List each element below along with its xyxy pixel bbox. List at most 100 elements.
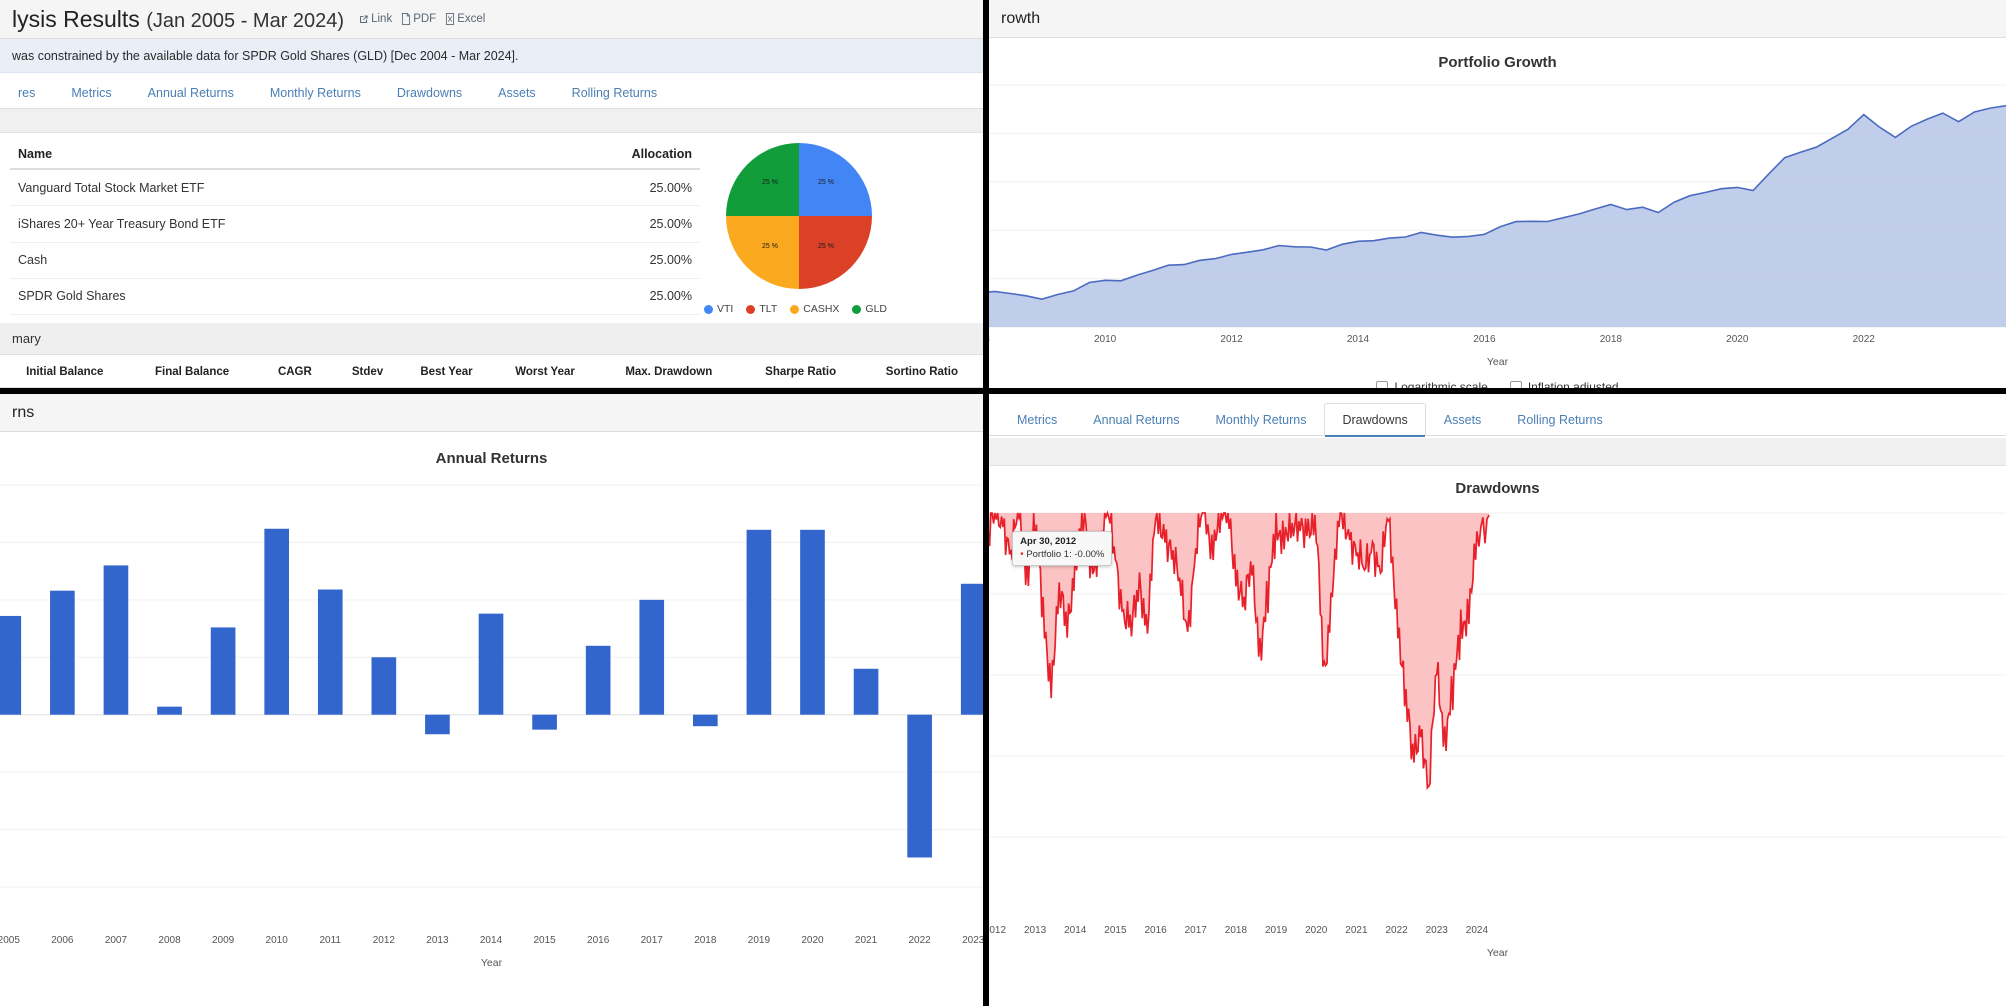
legend-item-vti[interactable]: VTI [704,303,733,315]
inflation-adjusted-checkbox[interactable] [1509,381,1522,388]
asset-allocation: 25.00% [524,169,700,207]
page-title-main: lysis Results [12,5,140,32]
bar[interactable] [50,590,75,715]
x-tick-label: 2009 [211,935,235,946]
link-export-button[interactable]: Link [358,13,392,25]
bar[interactable] [692,714,718,727]
bar[interactable] [585,645,611,715]
allocation-table: Name Allocation Vanguard Total Stock Mar… [10,141,700,316]
bar[interactable] [478,613,504,715]
bar[interactable] [800,529,825,715]
page-title-daterange: (Jan 2005 - Mar 2024) [146,9,345,32]
option-logarithmic-scale[interactable]: Logarithmic scale [1376,380,1488,388]
x-tick-label: 2010 [1093,334,1117,345]
bar[interactable] [157,706,182,715]
panel-portfolio-growth: rowth Portfolio Growth 20062008201020122… [989,0,2006,388]
tab-assets[interactable]: Assets [480,76,554,109]
x-tick-label: 2022 [1852,334,1875,345]
drawdowns-tabbar: Metrics Annual Returns Monthly Returns D… [989,400,2006,437]
x-tick-label: 2023 [1425,925,1448,936]
growth-chart-options: Logarithmic scale Inflation adjusted [989,380,2006,388]
toolbar-strip [0,109,983,133]
annual-returns-panel-header: rns [0,394,983,432]
bar[interactable] [317,589,343,715]
growth-panel-header: rowth [989,0,2006,38]
logarithmic-scale-label: Logarithmic scale [1394,380,1488,388]
metrics-header-row: Initial Balance Final Balance CAGR Stdev… [0,357,983,388]
portfolio-growth-chart[interactable]: 200620082010201220142016201820202022 Yea… [989,79,2006,368]
column-header-initial-balance: Initial Balance [0,357,130,388]
bar[interactable] [103,565,129,715]
tab-assets[interactable]: Assets [1426,403,1500,436]
tab-monthly-returns[interactable]: Monthly Returns [252,76,379,109]
asset-allocation: 25.00% [524,278,700,316]
drawdowns-toolbar-strip [989,438,2006,466]
annual-returns-panel-title: rns [12,403,35,421]
logarithmic-scale-checkbox[interactable] [1376,381,1389,388]
column-header-allocation: Allocation [524,141,700,170]
data-constraint-notice: was constrained by the available data fo… [0,39,983,73]
panel-drawdowns: Metrics Annual Returns Monthly Returns D… [989,394,2006,1006]
legend-item-cashx[interactable]: CASHX [790,303,839,315]
growth-x-axis-label: Year [1486,356,1509,368]
x-tick-label: 2015 [1104,925,1127,936]
x-tick-label: 2020 [1726,334,1749,345]
bar[interactable] [639,599,665,715]
tab-shares[interactable]: res [0,76,53,109]
results-tabbar: res Metrics Annual Returns Monthly Retur… [0,73,983,109]
growth-area-fill [989,105,2006,327]
bar[interactable] [960,583,983,715]
table-row: iShares 20+ Year Treasury Bond ETF 25.00… [10,205,700,243]
bar[interactable] [0,615,22,715]
pdf-export-button[interactable]: PDF [401,13,436,25]
bar[interactable] [853,668,879,715]
asset-allocation: 25.00% [524,205,700,243]
tab-metrics[interactable]: Metrics [999,403,1075,436]
excel-export-label: Excel [457,13,486,25]
column-header-best-year: Best Year [399,357,494,388]
tab-rolling-returns[interactable]: Rolling Returns [554,76,675,109]
bar[interactable] [532,714,557,730]
x-tick-label: 2013 [426,935,449,946]
bar[interactable] [907,714,932,858]
bar[interactable] [746,529,772,715]
pdf-file-icon [402,13,411,25]
asset-name: SPDR Gold Shares [10,278,525,316]
tab-rolling-returns[interactable]: Rolling Returns [1499,403,1620,436]
x-tick-label: 2022 [1385,925,1408,936]
legend-item-gld[interactable]: GLD [852,303,887,315]
legend-label-tlt: TLT [759,303,778,315]
option-inflation-adjusted[interactable]: Inflation adjusted [1509,380,1619,388]
pie-label-vti: 25 % [818,179,834,186]
column-header-cagr: CAGR [254,357,336,388]
portfolio-growth-plot [989,84,2006,328]
drawdowns-x-axis-ticks: 2007200820092010201120122013201420152016… [989,925,2006,943]
x-tick-label: 2018 [694,935,717,946]
bar[interactable] [264,528,290,715]
legend-item-tlt[interactable]: TLT [746,303,777,315]
legend-dot-icon [704,304,713,314]
drawdowns-chart[interactable]: Apr 30, 2012 • Portfolio 1: -0.00% 20072… [989,505,2006,959]
tab-drawdowns[interactable]: Drawdowns [1324,403,1426,437]
x-tick-label: 2006 [51,935,74,946]
excel-export-button[interactable]: Excel [445,13,485,25]
x-tick-label: 2008 [989,334,990,345]
x-tick-label: 2018 [1599,334,1622,345]
tab-metrics[interactable]: Metrics [53,76,129,109]
allocation-section: Name Allocation Vanguard Total Stock Mar… [0,133,983,316]
bar[interactable] [425,714,450,735]
pie-legend: VTI TLT CASHX GLD [704,303,887,315]
x-tick-label: 2012 [989,925,1007,936]
bar-series [0,528,983,858]
tab-annual-returns[interactable]: Annual Returns [130,76,252,109]
bar[interactable] [210,627,236,715]
tab-drawdowns[interactable]: Drawdowns [379,76,480,109]
tooltip-series-label: Portfolio 1: [1026,549,1072,560]
allocation-pie-chart: 25 % 25 % 25 % 25 % [726,143,872,289]
tab-monthly-returns[interactable]: Monthly Returns [1197,403,1324,436]
annual-returns-chart[interactable]: 2005 2006 2007 2008 2009 2010 2011 2012 2013 2014… [0,475,983,969]
bar[interactable] [371,657,397,715]
tab-annual-returns[interactable]: Annual Returns [1075,403,1197,436]
results-header: lysis Results (Jan 2005 - Mar 2024) Link [0,0,983,39]
excel-file-icon [446,13,455,25]
